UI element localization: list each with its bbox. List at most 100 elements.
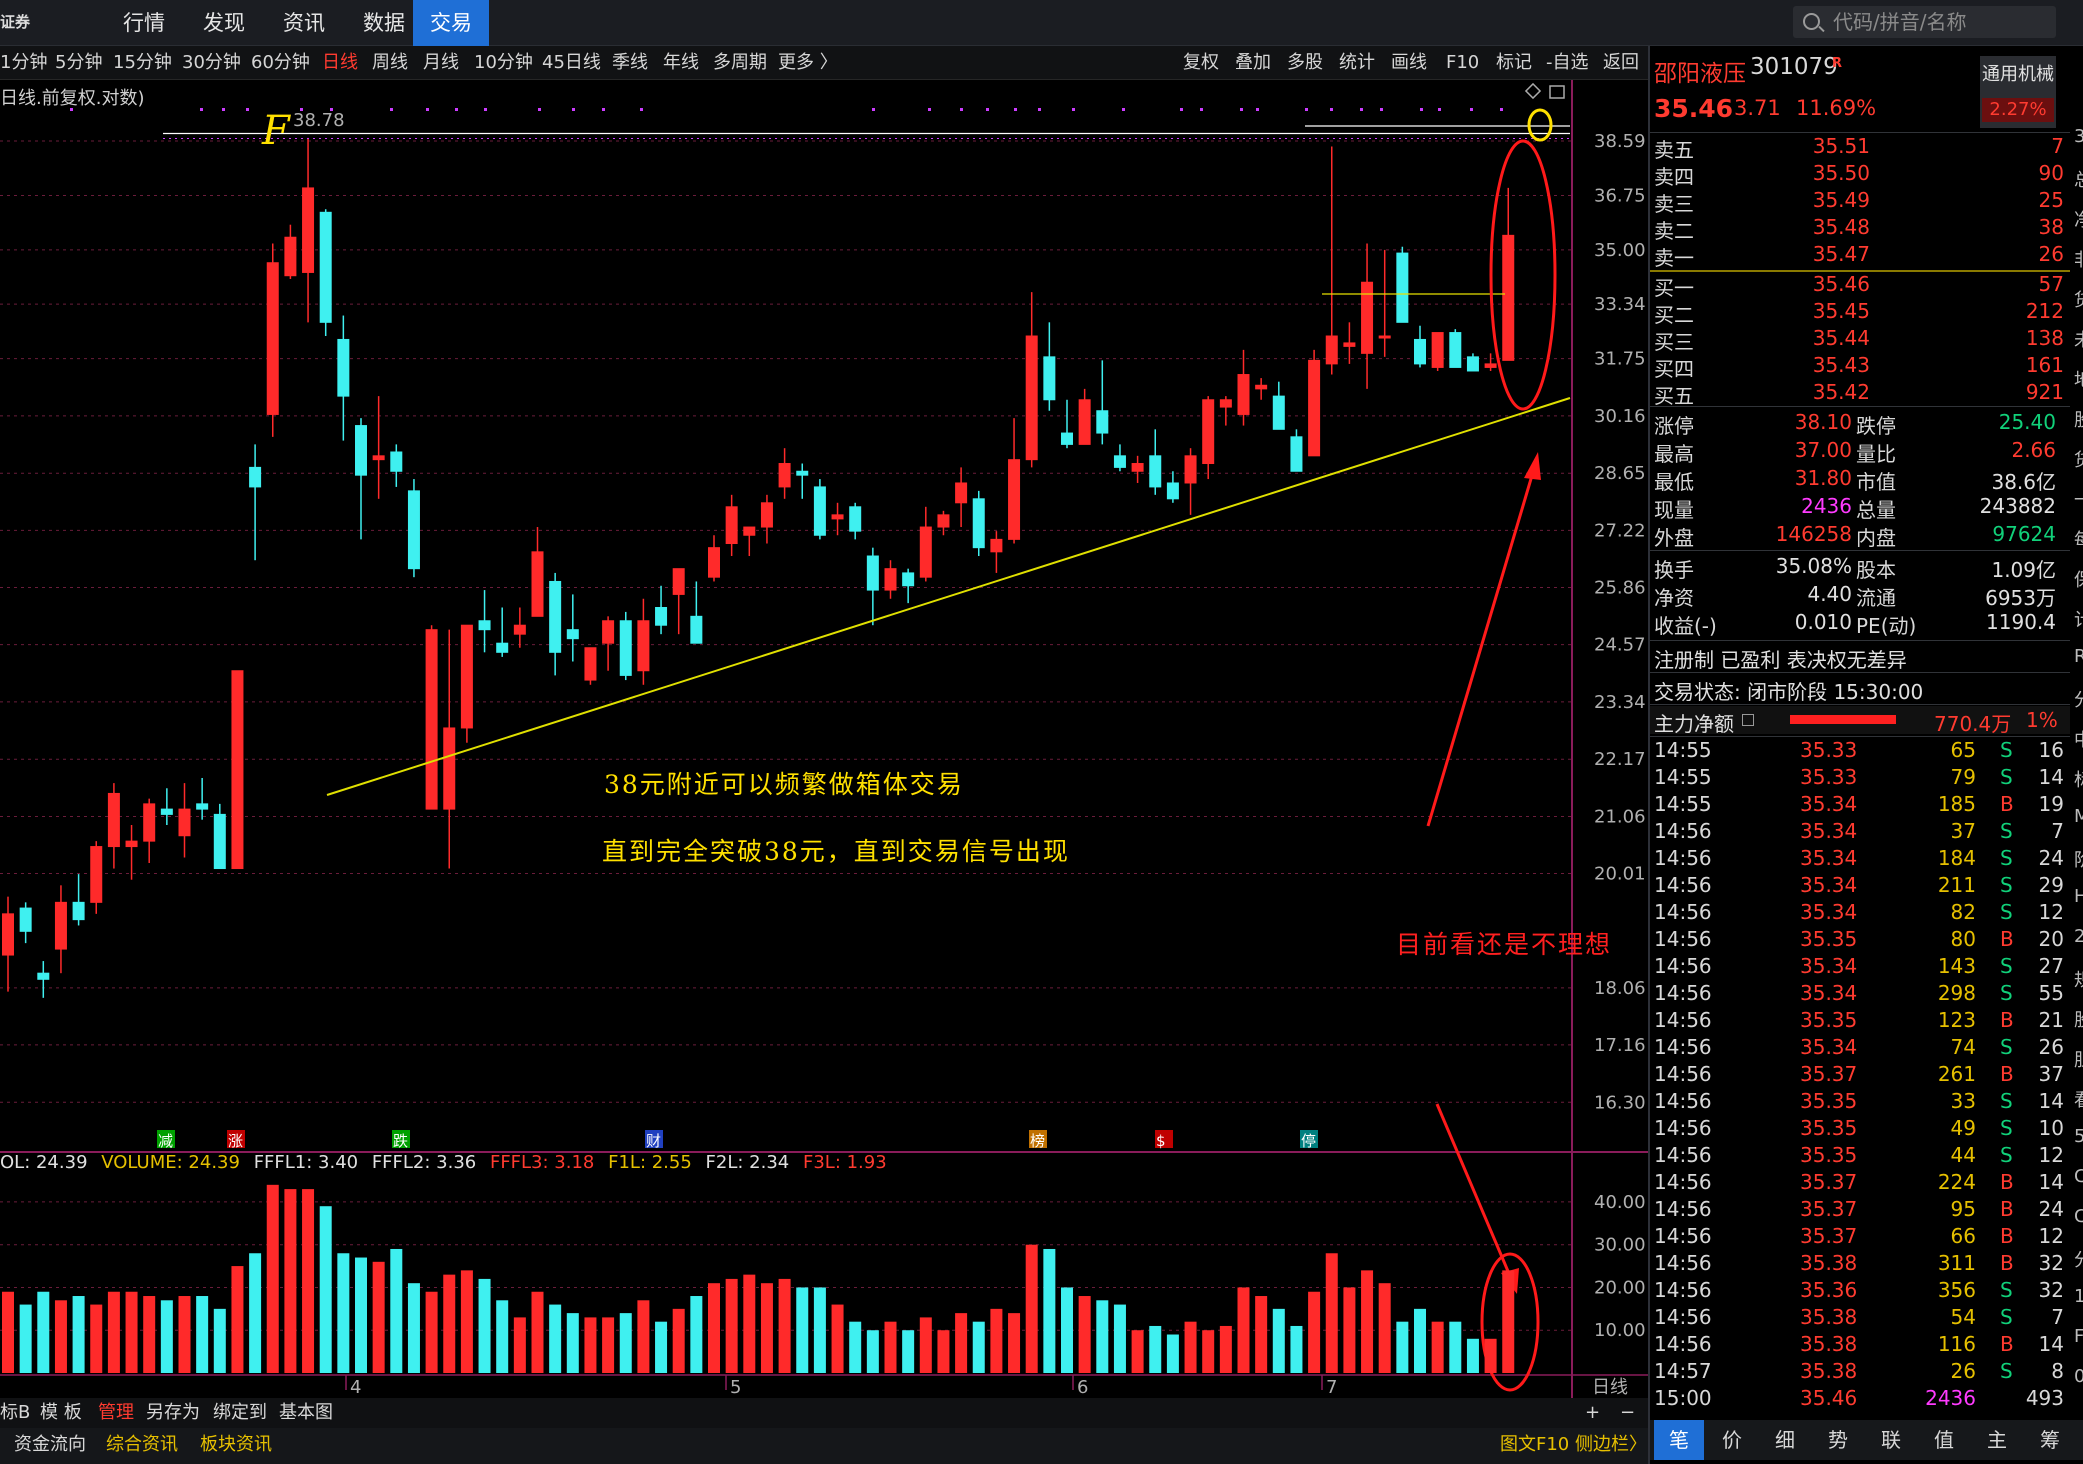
- volume-bar: [743, 1274, 756, 1373]
- tick-row: 15:00 35.46 2436 493: [1650, 1386, 2070, 1413]
- candle-body: [107, 792, 120, 848]
- candle-body: [884, 568, 897, 591]
- dot-marker: [928, 108, 931, 111]
- ask-row[interactable]: 卖二 35.48 38: [1650, 215, 2070, 243]
- bid-row[interactable]: 买二 35.45 212: [1650, 299, 2070, 327]
- volume-bar: [37, 1291, 50, 1373]
- volume-bar: [813, 1287, 826, 1373]
- panel-tab[interactable]: 联: [1866, 1420, 1916, 1460]
- panel-tab[interactable]: 势: [1813, 1420, 1863, 1460]
- btn-bind-to[interactable]: 绑定到: [213, 1398, 267, 1428]
- tick-time: 14:56: [1654, 900, 1712, 924]
- clipped-edge-char: 未: [2074, 326, 2083, 352]
- stat-label: 流通: [1856, 586, 1896, 610]
- y-tick-label: 21.06: [1594, 807, 1646, 828]
- zoom-in-button[interactable]: +: [1585, 1398, 1600, 1428]
- panel-tab[interactable]: 细: [1760, 1420, 1810, 1460]
- bid-row[interactable]: 买四 35.43 161: [1650, 353, 2070, 381]
- panel-tab[interactable]: 主: [1972, 1420, 2022, 1460]
- tick-row: 14:56 35.38 116 B 14: [1650, 1332, 2070, 1359]
- search-input[interactable]: 代码/拼音/名称: [1793, 6, 2056, 38]
- zoom-out-button[interactable]: −: [1620, 1398, 1635, 1428]
- divider: [1650, 550, 2070, 551]
- btn-basic-chart[interactable]: 基本图: [279, 1398, 333, 1428]
- tick-price: 35.34: [1800, 819, 1858, 843]
- stat-pe: 1190.4: [1986, 610, 2056, 634]
- dot-marker: [1014, 108, 1017, 111]
- tab-sector-news[interactable]: 板块资讯: [200, 1428, 272, 1462]
- bid-row[interactable]: 买五 35.42 921: [1650, 380, 2070, 408]
- candle-body: [355, 425, 367, 476]
- y-tick-label: 16.30: [1594, 1092, 1646, 1113]
- tab-fund-flow[interactable]: 资金流向: [14, 1428, 86, 1462]
- tick-count: 55: [2038, 981, 2064, 1005]
- candle-body: [1219, 399, 1232, 408]
- ask-row[interactable]: 卖五 35.51 7: [1650, 134, 2070, 162]
- highlight-ellipse: [1489, 139, 1557, 411]
- stat-limit-up: 38.10: [1794, 410, 1852, 434]
- ask-row[interactable]: 卖一 35.47 26: [1650, 242, 2070, 270]
- bid-row[interactable]: 买三 35.44 138: [1650, 326, 2070, 354]
- sector-box[interactable]: 通用机械 2.27%: [1980, 56, 2056, 128]
- volume-bar: [1255, 1296, 1268, 1373]
- btn-template[interactable]: 模 板: [40, 1398, 82, 1428]
- btn-biao-b[interactable]: 标B: [0, 1398, 30, 1428]
- volume-bar: [178, 1296, 191, 1373]
- tick-direction: S: [2000, 846, 2013, 870]
- tick-time: 14:55: [1654, 792, 1712, 816]
- panel-tab[interactable]: 笔: [1654, 1420, 1704, 1460]
- stat-label: 市值: [1856, 470, 1896, 494]
- legend-fffl3: FFFL3: 3.18: [489, 1152, 595, 1173]
- level-label: 买四: [1654, 357, 1694, 381]
- f10-sidebar-toggle[interactable]: 图文F10 侧边栏〉: [1500, 1428, 1647, 1462]
- volume-bar: [513, 1317, 526, 1373]
- panel-tab[interactable]: 价: [1707, 1420, 1757, 1460]
- tick-volume: 80: [1950, 927, 1976, 951]
- volume-bar: [1149, 1325, 1162, 1373]
- clipped-edge-char: 股: [2074, 1006, 2083, 1032]
- tick-volume: 184: [1937, 846, 1976, 870]
- volume-bar: [884, 1321, 897, 1373]
- candle-body: [496, 642, 509, 653]
- tick-count: 20: [2038, 927, 2064, 951]
- btn-save-as[interactable]: 另存为: [146, 1398, 200, 1428]
- tick-price: 35.37: [1800, 1170, 1858, 1194]
- stat-limit-down: 25.40: [1998, 410, 2056, 434]
- volume-bars: [2, 1184, 1515, 1373]
- panel-tab[interactable]: 筹: [2025, 1420, 2075, 1460]
- tick-time: 15:00: [1654, 1386, 1712, 1410]
- tick-time: 14:56: [1654, 1008, 1712, 1032]
- bid-row[interactable]: 买一 35.46 57: [1650, 272, 2070, 300]
- ask-row[interactable]: 卖三 35.49 25: [1650, 188, 2070, 216]
- candle-body: [655, 607, 668, 626]
- tick-volume: 185: [1937, 792, 1976, 816]
- clipped-edge-char: 股: [2074, 406, 2083, 432]
- candle-body: [1343, 342, 1356, 347]
- clipped-edge-char: 分: [2074, 1246, 2083, 1272]
- level-price: 35.45: [1812, 299, 1870, 323]
- y-tick-label: 24.57: [1594, 635, 1646, 656]
- panel-tab[interactable]: 值: [1919, 1420, 1969, 1460]
- stat-label: 量比: [1856, 442, 1896, 466]
- handwritten-f-mark: F: [261, 108, 291, 154]
- level-label: 买三: [1654, 330, 1694, 354]
- stock-name[interactable]: 邵阳液压: [1654, 54, 1746, 88]
- volume-bar: [1466, 1338, 1479, 1373]
- y-tick-label: 18.06: [1594, 978, 1646, 999]
- main-flow-row[interactable]: 主力净额 770.4万 1%: [1650, 706, 2070, 736]
- event-marker-label: 涨: [228, 1132, 243, 1150]
- volume-bar: [1237, 1287, 1250, 1373]
- volume-bar: [407, 1283, 420, 1373]
- candle-body: [513, 624, 526, 635]
- btn-manage[interactable]: 管理: [98, 1398, 134, 1428]
- kline-chart[interactable]: 38.59 36.75 35.00 33.34 31.75 30.16 28.65 27.22…: [0, 0, 1648, 1398]
- tick-count: 19: [2038, 792, 2064, 816]
- ask-row[interactable]: 卖四 35.50 90: [1650, 161, 2070, 189]
- high-value-label: 38.78: [293, 110, 345, 131]
- tab-general-news[interactable]: 综合资讯: [106, 1428, 178, 1462]
- main-flow-pct: 1%: [2026, 708, 2058, 732]
- level-label: 卖四: [1654, 165, 1694, 189]
- candle-body: [955, 482, 968, 504]
- y-tick-label: 35.00: [1594, 240, 1646, 261]
- clipped-edge-char: 分: [2074, 686, 2083, 712]
